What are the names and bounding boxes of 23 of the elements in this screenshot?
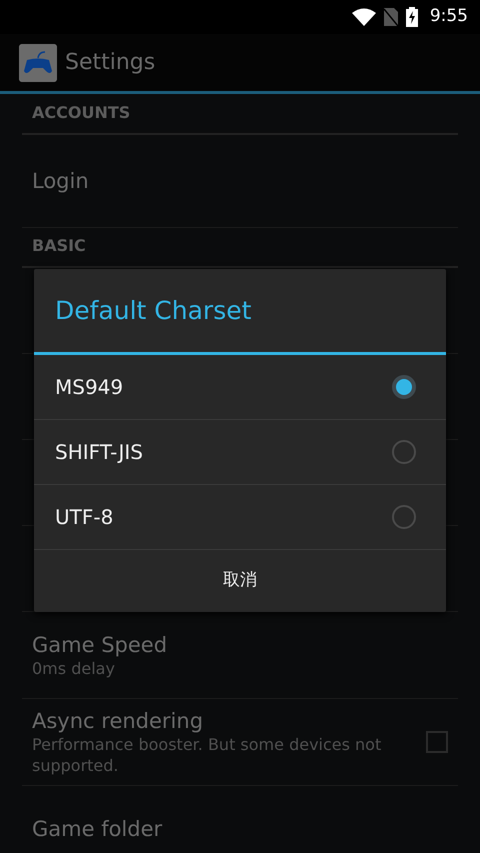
setting-summary: 0ms delay	[32, 658, 116, 678]
dialog-title: Default Charset	[55, 294, 252, 327]
screen-title: Settings	[65, 49, 156, 77]
battery-charging-icon	[406, 7, 418, 27]
setting-title: Login	[32, 168, 90, 194]
no-sim-icon	[384, 8, 398, 26]
checkbox[interactable]	[426, 731, 448, 753]
radio-button[interactable]	[392, 375, 416, 399]
radio-button[interactable]	[392, 440, 416, 464]
section-header: BASIC	[32, 235, 86, 257]
setting-title: Game folder	[32, 816, 164, 842]
gamepad-icon	[19, 44, 57, 82]
setting-summary: Performance booster. But some devices not supported.	[32, 734, 382, 776]
charset-option[interactable]: MS949	[34, 355, 446, 420]
charset-option[interactable]: SHIFT-JIS	[34, 420, 446, 485]
radio-button[interactable]	[392, 505, 416, 529]
setting-title: Game Speed	[32, 632, 168, 658]
charset-option[interactable]: UTF-8	[34, 485, 446, 550]
clock-time: 9:55	[430, 5, 468, 28]
wifi-icon	[352, 8, 376, 26]
setting-title: Async rendering	[32, 708, 204, 734]
cancel-button[interactable]: 取消	[34, 550, 446, 612]
section-header: ACCOUNTS	[32, 102, 130, 124]
